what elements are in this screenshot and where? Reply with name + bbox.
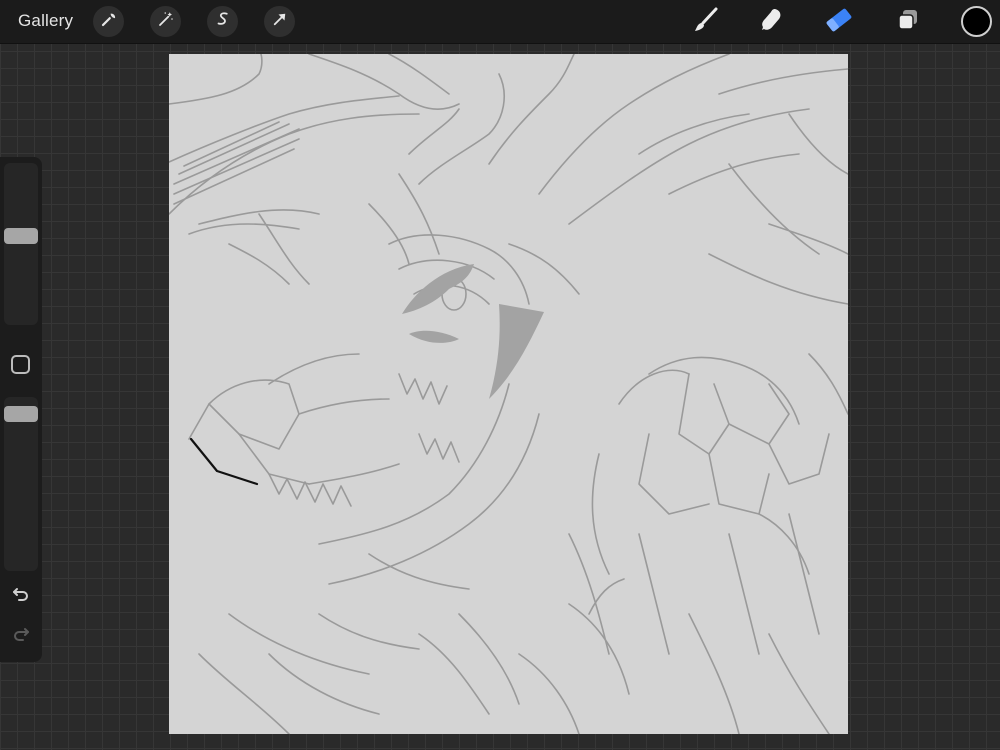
smudge-icon: [757, 6, 785, 39]
top-toolbar: Gallery: [0, 0, 1000, 44]
redo-icon: [11, 624, 31, 649]
selection-button[interactable]: [207, 6, 238, 37]
color-picker-button[interactable]: [961, 6, 992, 37]
transform-button[interactable]: [264, 6, 295, 37]
left-sidebar: [0, 157, 42, 662]
brush-tool-button[interactable]: [689, 6, 723, 38]
opacity-slider[interactable]: [4, 406, 38, 422]
eraser-tool-button[interactable]: [822, 6, 856, 38]
brush-icon: [692, 6, 720, 39]
undo-button[interactable]: [8, 583, 34, 609]
wrench-icon: [100, 10, 118, 33]
layers-icon: [895, 7, 921, 38]
brush-size-track[interactable]: [4, 163, 38, 325]
undo-icon: [11, 584, 31, 609]
layers-button[interactable]: [891, 6, 925, 38]
actions-button[interactable]: [93, 6, 124, 37]
opacity-track[interactable]: [4, 397, 38, 571]
adjustments-button[interactable]: [150, 6, 181, 37]
redo-button[interactable]: [8, 623, 34, 649]
eraser-icon: [824, 6, 854, 39]
transform-arrow-icon: [271, 10, 289, 33]
gallery-button[interactable]: Gallery: [18, 11, 73, 31]
brush-size-slider[interactable]: [4, 228, 38, 244]
drawing-canvas[interactable]: [169, 54, 848, 734]
modify-button[interactable]: [11, 355, 30, 374]
selection-icon: [214, 10, 232, 33]
smudge-tool-button[interactable]: [754, 6, 788, 38]
magic-wand-icon: [157, 10, 175, 33]
sketch-artwork: [169, 54, 848, 734]
